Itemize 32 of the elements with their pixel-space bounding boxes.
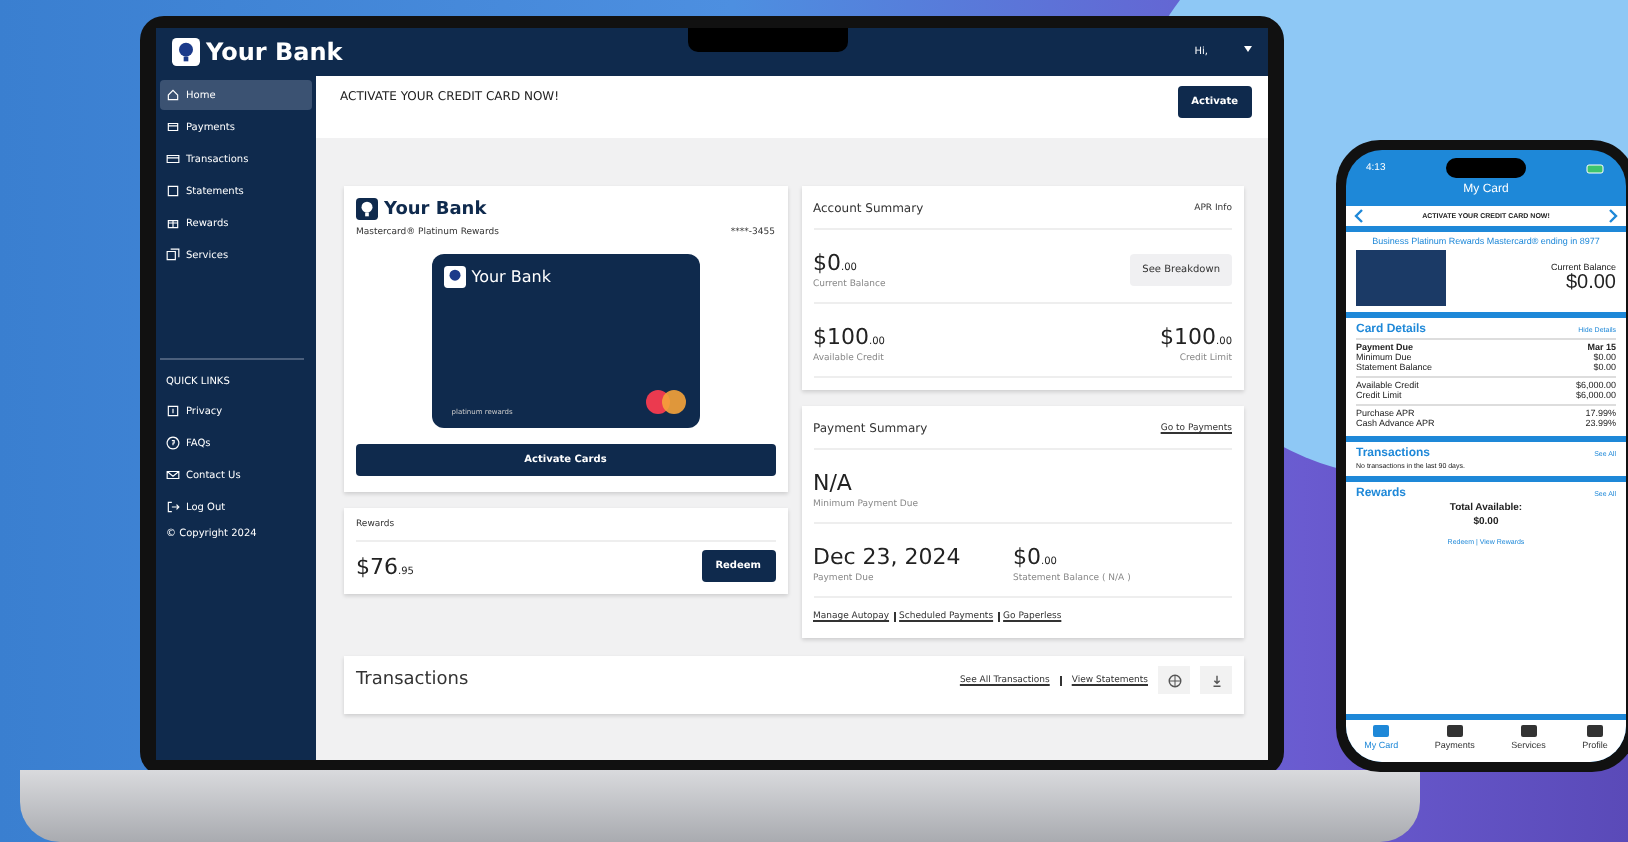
- nav-icon: [166, 248, 180, 262]
- link-icon: [166, 468, 180, 482]
- current-balance: $0.00: [1565, 271, 1616, 294]
- link-icon: [166, 500, 180, 514]
- rounded-square-icon: [1519, 724, 1538, 738]
- link-icon: [166, 404, 180, 418]
- minimum-payment: N/A: [813, 470, 854, 496]
- dynamic-island: [1445, 158, 1526, 178]
- due-date: Dec 23, 2024: [813, 544, 963, 570]
- caret-icon[interactable]: [1244, 46, 1252, 52]
- nav-icon: [166, 88, 180, 102]
- chevron-left-icon[interactable]: [1354, 208, 1364, 224]
- globe-button[interactable]: [1158, 666, 1190, 694]
- nav-icon: [166, 184, 180, 198]
- link-icon: [166, 436, 180, 450]
- rounded-square-icon: [1445, 724, 1464, 738]
- rounded-square-icon: [1585, 724, 1604, 738]
- nav-icon: [166, 152, 180, 166]
- nav-icon: [166, 120, 180, 134]
- download-button[interactable]: [1200, 666, 1232, 694]
- panel-title: Transactions: [356, 670, 469, 690]
- chevron-right-icon[interactable]: [1608, 208, 1618, 224]
- brand-name: Your Bank: [206, 38, 343, 66]
- brand-name: Your Bank: [384, 199, 487, 219]
- card-image: [1356, 249, 1446, 306]
- globe-icon: [1167, 673, 1181, 687]
- rounded-square-icon: [1372, 724, 1391, 738]
- download-icon: [1209, 673, 1223, 687]
- battery-icon: [1585, 163, 1606, 173]
- bulb-logo-icon: [356, 198, 378, 220]
- nav-icon: [166, 216, 180, 230]
- bulb-logo-icon: [172, 38, 200, 66]
